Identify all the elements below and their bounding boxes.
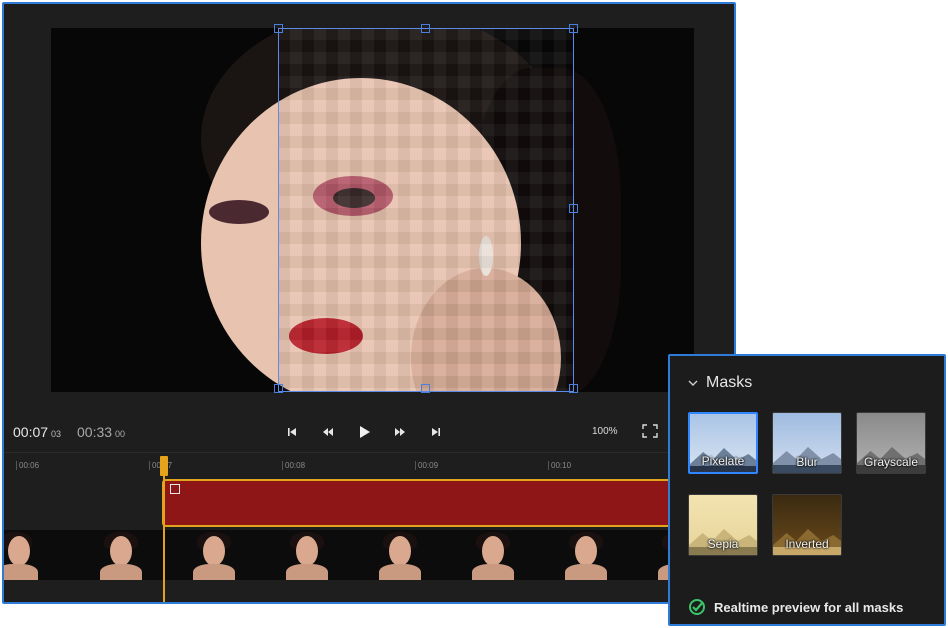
ruler-tick: 00:09 [415, 461, 438, 470]
video-thumbnail [4, 530, 74, 580]
resize-handle-top-center[interactable] [421, 24, 430, 33]
realtime-preview-label: Realtime preview for all masks [714, 599, 904, 615]
playhead-line [163, 462, 165, 602]
resize-handle-bottom-left[interactable] [274, 384, 283, 393]
rewind-icon [323, 428, 333, 436]
mask-option-blur[interactable]: Blur [772, 412, 842, 474]
video-editor-window: 00:0703 00:3300 100% 00:06 00:07 [2, 2, 736, 604]
masks-panel: Masks Pixelate Blur Grayscale Sepia Inve… [668, 354, 946, 626]
mask-option-label: Sepia [707, 537, 739, 551]
mask-option-label: Grayscale [863, 455, 919, 469]
fast-forward-button[interactable] [392, 424, 408, 440]
video-thumbnail [446, 530, 539, 580]
resize-handle-bottom-right[interactable] [569, 384, 578, 393]
mask-option-grayscale[interactable]: Grayscale [856, 412, 926, 474]
preview-eye-left [209, 200, 269, 224]
timeline-ruler[interactable]: 00:06 00:07 00:08 00:09 00:10 [4, 452, 734, 475]
current-time-value: 00:07 [13, 424, 49, 440]
skip-forward-icon [432, 428, 440, 436]
play-icon [359, 426, 370, 438]
current-frame-value: 03 [51, 429, 62, 439]
play-button[interactable] [356, 424, 372, 440]
rewind-button[interactable] [320, 424, 336, 440]
mask-option-inverted[interactable]: Inverted [772, 494, 842, 556]
fullscreen-icon [642, 424, 658, 438]
fast-forward-icon [395, 428, 405, 436]
resize-handle-bottom-center[interactable] [421, 384, 430, 393]
ruler-tick: 00:08 [282, 461, 305, 470]
mask-option-label: Blur [796, 455, 818, 469]
total-time-value: 00:33 [77, 424, 113, 440]
mask-clip[interactable] [162, 479, 734, 527]
mask-option-label: Inverted [785, 537, 829, 551]
resize-handle-top-right[interactable] [569, 24, 578, 33]
masks-panel-header[interactable]: Masks [688, 374, 752, 392]
resize-handle-top-left[interactable] [274, 24, 283, 33]
mask-selection-box[interactable] [278, 28, 574, 392]
resize-handle-middle-right[interactable] [569, 204, 578, 213]
ruler-tick: 00:06 [16, 461, 39, 470]
current-time: 00:07 03 [13, 424, 61, 440]
check-circle-icon [689, 599, 705, 615]
mask-option-sepia[interactable]: Sepia [688, 494, 758, 556]
realtime-preview-toggle[interactable]: Realtime preview for all masks [688, 598, 903, 616]
clip-keyframe-marker[interactable] [170, 484, 180, 494]
video-thumbnail [74, 530, 167, 580]
ruler-tick: 00:10 [548, 461, 571, 470]
total-time: 00:33 00 [77, 424, 125, 440]
video-track-thumbnails[interactable] [4, 530, 734, 580]
skip-back-icon [288, 428, 296, 436]
playback-controls: 00:07 03 00:33 00 100% [4, 416, 734, 450]
mask-option-pixelate[interactable]: Pixelate [688, 412, 758, 474]
masks-title: Masks [706, 374, 753, 391]
mask-option-label: Pixelate [701, 454, 745, 468]
video-thumbnail [539, 530, 632, 580]
zoom-level[interactable]: 100% [592, 426, 618, 437]
chevron-down-icon [688, 380, 698, 386]
fullscreen-button[interactable] [642, 424, 658, 438]
skip-back-button[interactable] [284, 424, 300, 440]
video-thumbnail [167, 530, 260, 580]
video-thumbnail [353, 530, 446, 580]
video-thumbnail [260, 530, 353, 580]
skip-forward-button[interactable] [428, 424, 444, 440]
total-frame-value: 00 [115, 429, 126, 439]
